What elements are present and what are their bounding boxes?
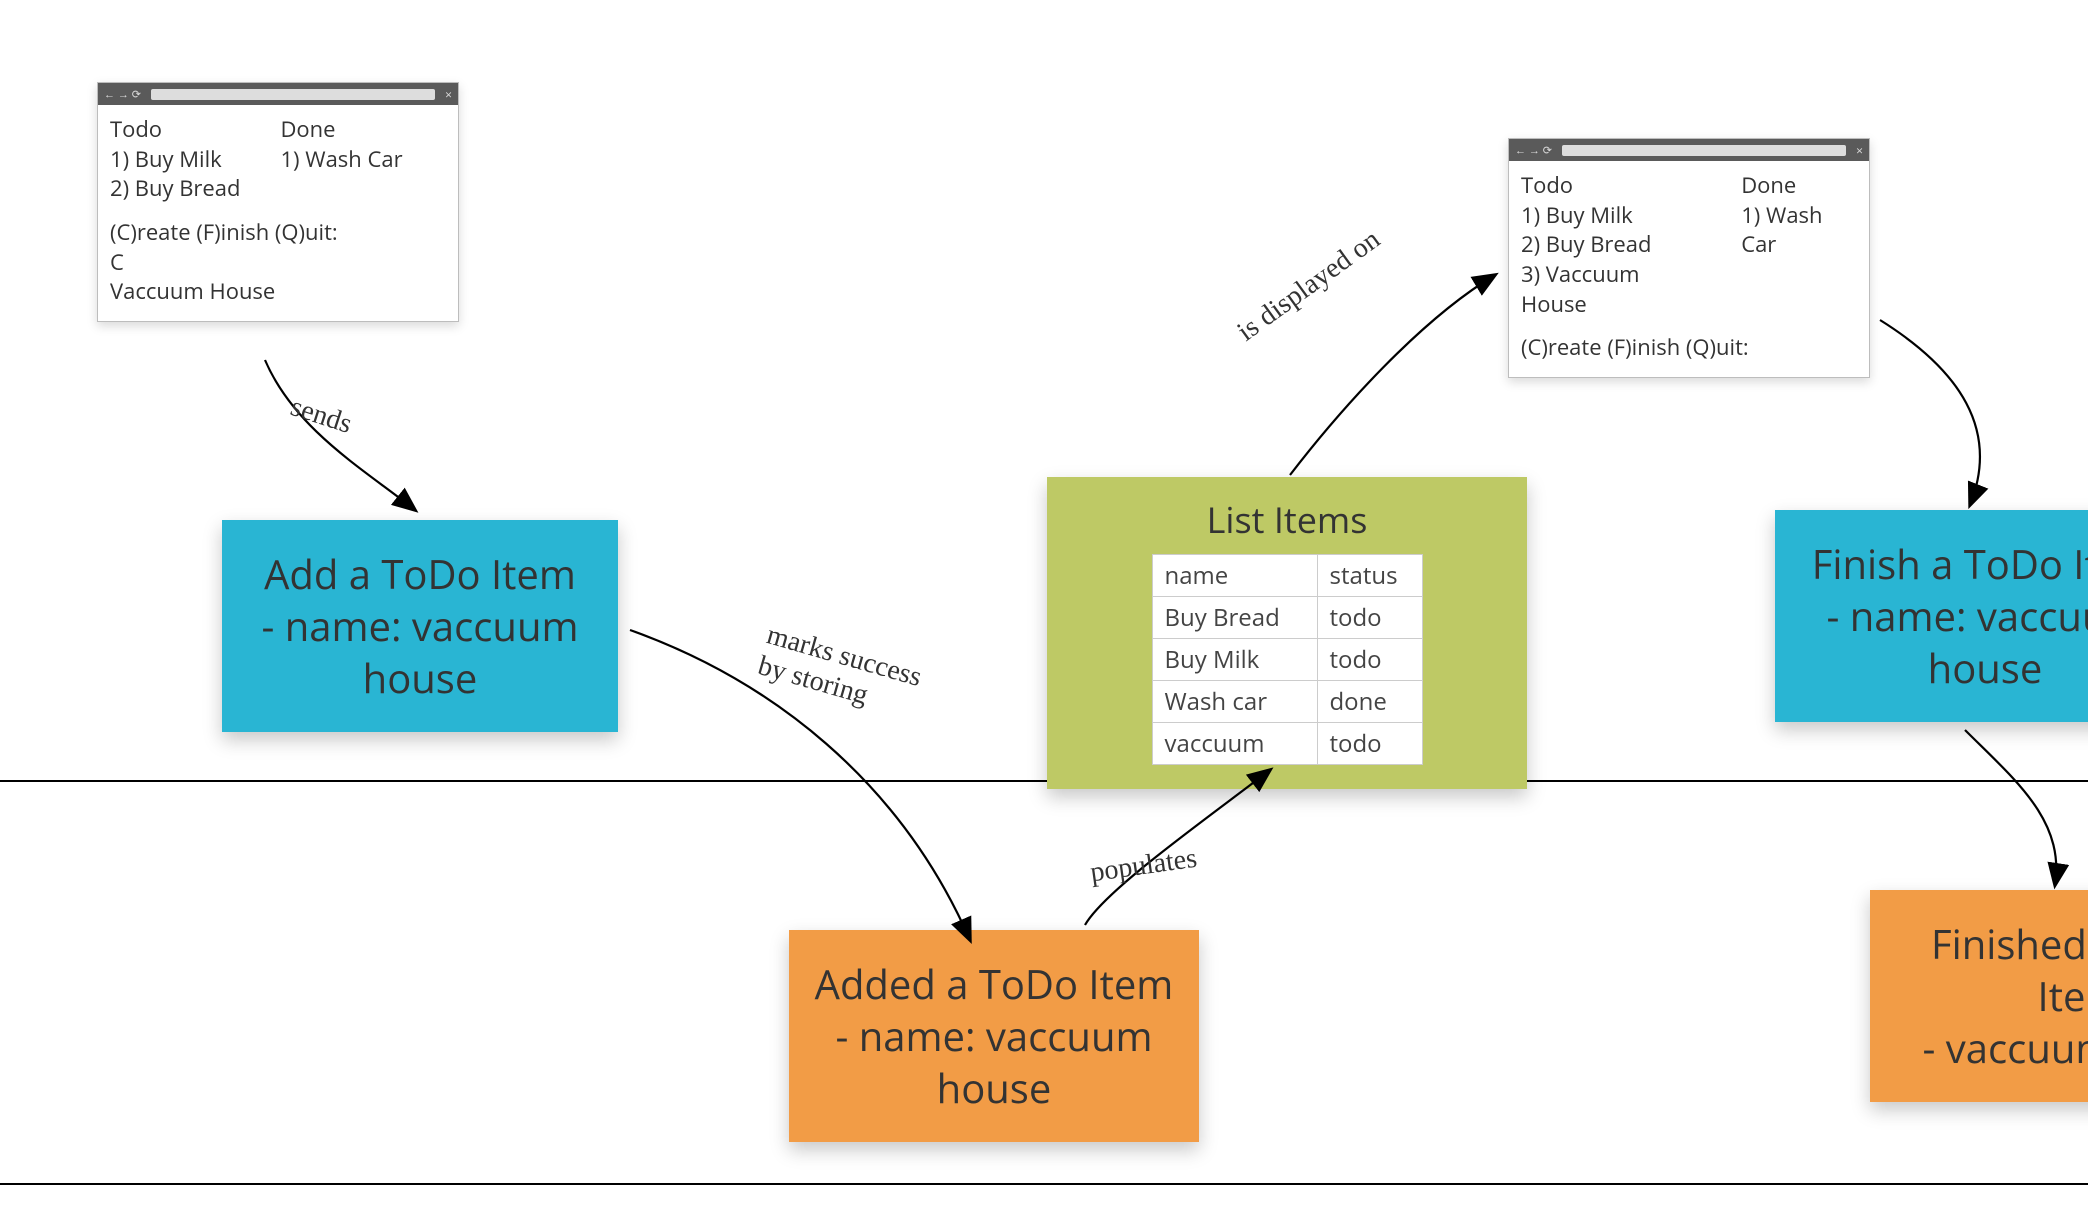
table-row: Buy Breadtodo	[1152, 597, 1422, 639]
todo-item: 2) Buy Bread	[110, 174, 240, 204]
card-add-todo: Add a ToDo Item - name: vaccuum house	[222, 520, 618, 732]
todo-item: 3) Vaccuum House	[1521, 260, 1701, 319]
card-line: house	[937, 1062, 1052, 1114]
card-list-items: List Items name status Buy Breadtodo Buy…	[1047, 477, 1527, 789]
table-cell: vaccuum	[1152, 723, 1317, 765]
card-line: Finish a ToDo Item	[1812, 538, 2088, 590]
todo-item: 1) Buy Milk	[110, 145, 240, 175]
done-item: 1) Wash Car	[1741, 201, 1857, 260]
table-cell: done	[1317, 681, 1422, 723]
url-bar	[151, 89, 435, 100]
done-header: Done	[280, 115, 402, 145]
table-header: name	[1152, 555, 1317, 597]
arrow-sends	[255, 350, 455, 520]
table-row: Buy Milktodo	[1152, 639, 1422, 681]
table-row: name status	[1152, 555, 1422, 597]
url-bar	[1562, 145, 1846, 156]
todo-item: 1) Buy Milk	[1521, 201, 1701, 231]
card-title: List Items	[1207, 495, 1368, 544]
done-header: Done	[1741, 171, 1857, 201]
card-line: - name: vaccuum	[835, 1010, 1152, 1062]
table-cell: Buy Milk	[1152, 639, 1317, 681]
table-row: Wash cardone	[1152, 681, 1422, 723]
prompt-input: C	[110, 248, 446, 278]
table-row: vaccuumtodo	[1152, 723, 1422, 765]
terminal-body: Todo 1) Buy Milk 2) Buy Bread Done 1) Wa…	[98, 105, 458, 321]
arrow-mini2-to-finish	[1870, 310, 2030, 520]
done-item: 1) Wash Car	[280, 145, 402, 175]
card-line: Finished a ToDo	[1931, 918, 2088, 970]
todo-header: Todo	[110, 115, 240, 145]
card-line: house	[1928, 642, 2043, 694]
card-line: - name: vaccuum	[1826, 590, 2088, 642]
card-line: Add a ToDo Item	[264, 548, 576, 600]
card-line: - vaccuum house	[1923, 1022, 2088, 1074]
card-added-todo: Added a ToDo Item - name: vaccuum house	[789, 930, 1199, 1142]
nav-icons: ← → ⟳	[104, 87, 141, 102]
list-items-table: name status Buy Breadtodo Buy Milktodo W…	[1152, 554, 1423, 765]
nav-icons: ← → ⟳	[1515, 143, 1552, 158]
close-icon: ×	[1856, 142, 1863, 159]
table-cell: Buy Bread	[1152, 597, 1317, 639]
card-finish-todo: Finish a ToDo Item - name: vaccuum house	[1775, 510, 2088, 722]
titlebar: ← → ⟳ ×	[98, 83, 458, 105]
card-line: - name: vaccuum	[261, 600, 578, 652]
table-header: status	[1317, 555, 1422, 597]
titlebar: ← → ⟳ ×	[1509, 139, 1869, 161]
close-icon: ×	[445, 86, 452, 103]
swimlane-divider-1	[0, 780, 2088, 782]
swimlane-divider-2	[0, 1183, 2088, 1185]
card-line: Item	[2038, 970, 2088, 1022]
prompt-input: Vaccuum House	[110, 277, 446, 307]
table-cell: todo	[1317, 723, 1422, 765]
table-cell: todo	[1317, 597, 1422, 639]
terminal-window-1: ← → ⟳ × Todo 1) Buy Milk 2) Buy Bread Do…	[97, 82, 459, 322]
arrow-finish-to-finished	[1955, 720, 2088, 895]
arrow-label-marks: marks success by storing	[754, 619, 925, 724]
arrow-label-populates: populates	[1088, 843, 1199, 890]
todo-item: 2) Buy Bread	[1521, 230, 1701, 260]
prompt-line: (C)reate (F)inish (Q)uit:	[110, 218, 446, 248]
prompt-line: (C)reate (F)inish (Q)uit:	[1521, 333, 1857, 363]
card-line: house	[363, 652, 478, 704]
card-finished-todo: Finished a ToDo Item - vaccuum house	[1870, 890, 2088, 1102]
terminal-window-2: ← → ⟳ × Todo 1) Buy Milk 2) Buy Bread 3)…	[1508, 138, 1870, 378]
table-cell: todo	[1317, 639, 1422, 681]
card-line: Added a ToDo Item	[815, 958, 1174, 1010]
diagram-canvas: ← → ⟳ × Todo 1) Buy Milk 2) Buy Bread Do…	[0, 0, 2088, 1225]
arrow-label-sends: sends	[287, 391, 356, 441]
table-cell: Wash car	[1152, 681, 1317, 723]
terminal-body: Todo 1) Buy Milk 2) Buy Bread 3) Vaccuum…	[1509, 161, 1869, 377]
todo-header: Todo	[1521, 171, 1701, 201]
arrow-label-displayed: is displayed on	[1232, 224, 1387, 349]
